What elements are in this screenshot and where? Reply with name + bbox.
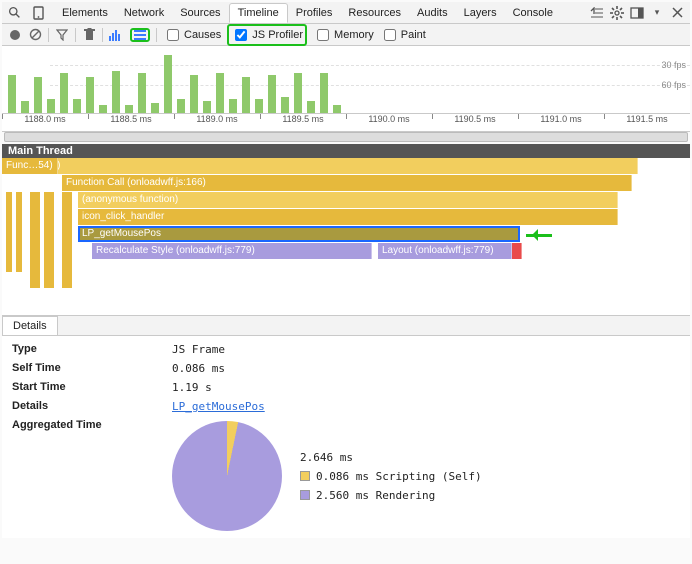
tab-sources[interactable]: Sources: [172, 4, 228, 22]
details-panel: TypeJS Frame Self Time0.086 ms Start Tim…: [2, 336, 690, 538]
causes-checkbox[interactable]: Causes: [163, 26, 221, 44]
detail-self-val: 0.086 ms: [172, 362, 225, 375]
overview-scrollbar[interactable]: [4, 132, 688, 142]
flame-event-click[interactable]: Event (click): [2, 158, 638, 174]
details-tabs: Details: [2, 316, 690, 336]
detail-start-val: 1.19 s: [172, 381, 212, 394]
time-ruler[interactable]: 1188.0 ms1188.5 ms1189.0 ms1189.5 ms1190…: [2, 114, 690, 132]
detail-agg-key: Aggregated Time: [12, 419, 172, 531]
gear-icon[interactable]: [610, 6, 624, 20]
tab-layers[interactable]: Layers: [456, 4, 505, 22]
flame-layout[interactable]: Layout (onloadwff.js:779): [378, 243, 512, 259]
tab-resources[interactable]: Resources: [340, 4, 409, 22]
swatch-rendering: [300, 490, 310, 500]
detail-start-key: Start Time: [12, 381, 172, 394]
view-bars-icon[interactable]: [109, 29, 120, 41]
causes-label: Causes: [184, 29, 221, 41]
paint-checkbox[interactable]: Paint: [380, 26, 426, 44]
dock-icon[interactable]: [630, 6, 644, 20]
detail-type-val: JS Frame: [172, 343, 225, 356]
main-thread-header: Main Thread: [2, 144, 690, 158]
flame-func54[interactable]: Func…54): [2, 158, 58, 174]
detail-details-link[interactable]: LP_getMousePos: [172, 400, 265, 413]
flame-long-task-marker[interactable]: [512, 243, 522, 259]
timeline-toolbar: Causes JS Profiler Memory Paint: [2, 24, 690, 46]
js-profiler-label: JS Profiler: [252, 29, 303, 41]
agg-scripting: 0.086 ms Scripting (Self): [316, 470, 482, 483]
agg-total: 2.646 ms: [300, 451, 353, 464]
device-icon[interactable]: [30, 5, 46, 21]
dock-menu-icon[interactable]: ▾: [650, 6, 664, 20]
paint-label: Paint: [401, 29, 426, 41]
flame-function-call[interactable]: Function Call (onloadwff.js:166): [62, 175, 632, 191]
swatch-scripting: [300, 471, 310, 481]
search-icon[interactable]: [6, 5, 22, 21]
panel-tabs: Elements Network Sources Timeline Profil…: [50, 3, 561, 23]
view-flame-icon[interactable]: [130, 28, 150, 42]
highlight-arrow-icon: [526, 229, 562, 241]
agg-rendering: 2.560 ms Rendering: [316, 489, 435, 502]
fps30-label: 30 fps: [661, 60, 686, 70]
fps60-label: 60 fps: [661, 80, 686, 90]
memory-checkbox[interactable]: Memory: [313, 26, 374, 44]
details-tab[interactable]: Details: [2, 316, 58, 335]
tab-console[interactable]: Console: [505, 4, 561, 22]
tab-audits[interactable]: Audits: [409, 4, 456, 22]
detail-type-key: Type: [12, 343, 172, 356]
tab-profiles[interactable]: Profiles: [288, 4, 341, 22]
devtools-tabbar: Elements Network Sources Timeline Profil…: [2, 2, 690, 24]
filter-icon[interactable]: [55, 28, 69, 42]
flame-anon[interactable]: (anonymous function): [78, 192, 618, 208]
aggregated-time-pie: [172, 421, 282, 531]
tab-elements[interactable]: Elements: [54, 4, 116, 22]
close-icon[interactable]: [670, 6, 684, 20]
tab-network[interactable]: Network: [116, 4, 172, 22]
record-icon[interactable]: [8, 28, 22, 42]
trash-icon[interactable]: [82, 28, 96, 42]
flame-chart[interactable]: Event (click) Func…54) Function Call (on…: [2, 158, 690, 316]
drawer-toggle-icon[interactable]: [590, 6, 604, 20]
detail-self-key: Self Time: [12, 362, 172, 375]
clear-icon[interactable]: [28, 28, 42, 42]
flame-icon-click[interactable]: icon_click_handler: [78, 209, 618, 225]
js-profiler-checkbox[interactable]: JS Profiler: [231, 26, 303, 44]
flame-recalc-style[interactable]: Recalculate Style (onloadwff.js:779): [92, 243, 372, 259]
memory-label: Memory: [334, 29, 374, 41]
overview-chart[interactable]: 30 fps 60 fps: [2, 46, 690, 114]
detail-details-key: Details: [12, 400, 172, 413]
tab-timeline[interactable]: Timeline: [229, 3, 288, 23]
flame-get-mouse-pos[interactable]: LP_getMousePos: [78, 226, 520, 242]
